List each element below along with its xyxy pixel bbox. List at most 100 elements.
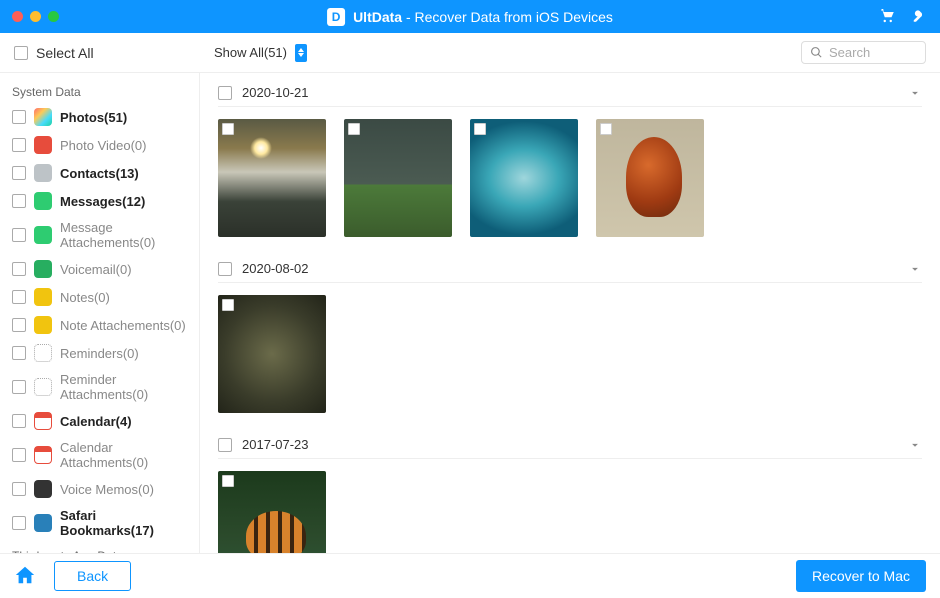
home-icon[interactable] [14, 564, 36, 589]
checkbox-icon[interactable] [12, 110, 26, 124]
app-brand: UltData [353, 9, 402, 25]
checkbox-icon[interactable] [218, 438, 232, 452]
checkbox-icon[interactable] [12, 262, 26, 276]
voicemail-icon [34, 260, 52, 278]
sidebar-item[interactable]: Contacts(13) [10, 159, 189, 187]
sidebar[interactable]: System Data Photos(51) Photo Video(0) Conta… [0, 73, 200, 553]
toolbar: Select All Show All(51) Search [0, 33, 940, 73]
reminders-icon [34, 344, 52, 362]
checkbox-icon[interactable] [12, 414, 26, 428]
app-subtitle: - Recover Data from iOS Devices [402, 9, 613, 25]
sidebar-item-label: Calendar(4) [60, 414, 132, 429]
calendar-icon [34, 412, 52, 430]
minimize-window-button[interactable] [30, 11, 41, 22]
sidebar-item[interactable]: Note Attachements(0) [10, 311, 189, 339]
filter-label: Show All(51) [214, 45, 287, 60]
checkbox-icon[interactable] [222, 299, 234, 311]
checkbox-icon[interactable] [12, 194, 26, 208]
sidebar-item-label: Photo Video(0) [60, 138, 147, 153]
checkbox-icon[interactable] [12, 346, 26, 360]
sidebar-item[interactable]: Voicemail(0) [10, 255, 189, 283]
checkbox-icon[interactable] [12, 482, 26, 496]
reminders-icon [34, 378, 52, 396]
sidebar-item-label: Reminders(0) [60, 346, 139, 361]
sidebar-item[interactable]: Photos(51) [10, 103, 189, 131]
date-label: 2020-10-21 [242, 85, 309, 100]
date-label: 2020-08-02 [242, 261, 309, 276]
checkbox-icon[interactable] [12, 448, 26, 462]
sidebar-item[interactable]: Voice Memos(0) [10, 475, 189, 503]
voicememos-icon [34, 480, 52, 498]
sidebar-item-label: Reminder Attachments(0) [60, 372, 187, 402]
sidebar-item-label: Calendar Attachments(0) [60, 440, 187, 470]
close-window-button[interactable] [12, 11, 23, 22]
date-group-header[interactable]: 2020-10-21 [218, 79, 922, 107]
sidebar-item[interactable]: Photo Video(0) [10, 131, 189, 159]
checkbox-icon[interactable] [12, 138, 26, 152]
sidebar-item-label: Messages(12) [60, 194, 145, 209]
photovideo-icon [34, 136, 52, 154]
notes-icon [34, 288, 52, 306]
sidebar-item-label: Photos(51) [60, 110, 127, 125]
sidebar-item-label: Notes(0) [60, 290, 110, 305]
search-icon [810, 46, 823, 59]
contacts-icon [34, 164, 52, 182]
messages-icon [34, 192, 52, 210]
filter-dropdown[interactable]: Show All(51) [214, 44, 307, 62]
checkbox-icon[interactable] [12, 228, 26, 242]
recover-button[interactable]: Recover to Mac [796, 560, 926, 592]
sidebar-item[interactable]: Safari Bookmarks(17) [10, 503, 189, 543]
photo-thumbnail[interactable] [218, 119, 326, 237]
photo-thumbnail[interactable] [470, 119, 578, 237]
sidebar-item[interactable]: Reminder Attachments(0) [10, 367, 189, 407]
checkbox-icon[interactable] [218, 86, 232, 100]
photo-thumbnail[interactable] [344, 119, 452, 237]
app-title: D UltData - Recover Data from iOS Device… [327, 8, 613, 26]
checkbox-icon[interactable] [222, 475, 234, 487]
checkbox-icon[interactable] [12, 380, 26, 394]
checkbox-icon[interactable] [12, 516, 26, 530]
checkbox-icon[interactable] [12, 166, 26, 180]
notes-icon [34, 316, 52, 334]
photos-icon [34, 108, 52, 126]
app-logo-icon: D [327, 8, 345, 26]
cart-icon[interactable] [878, 6, 896, 27]
safari-icon [34, 514, 52, 532]
sidebar-item[interactable]: Message Attachements(0) [10, 215, 189, 255]
messages-icon [34, 226, 52, 244]
sidebar-section-label: System Data [10, 79, 189, 103]
checkbox-icon[interactable] [12, 318, 26, 332]
window-controls [12, 11, 59, 22]
photo-thumbnail[interactable] [218, 295, 326, 413]
updown-icon [295, 44, 307, 62]
sidebar-item-label: Voicemail(0) [60, 262, 132, 277]
sidebar-item[interactable]: Messages(12) [10, 187, 189, 215]
checkbox-icon[interactable] [600, 123, 612, 135]
search-input[interactable]: Search [801, 41, 926, 64]
checkbox-icon[interactable] [222, 123, 234, 135]
back-button[interactable]: Back [54, 561, 131, 591]
checkbox-icon[interactable] [218, 262, 232, 276]
checkbox-icon[interactable] [12, 290, 26, 304]
sidebar-item-label: Message Attachements(0) [60, 220, 187, 250]
date-label: 2017-07-23 [242, 437, 309, 452]
sidebar-item[interactable]: Notes(0) [10, 283, 189, 311]
sidebar-section-label: Third-party App Data [10, 543, 189, 553]
photo-thumbnail[interactable] [596, 119, 704, 237]
footer: Back Recover to Mac [0, 553, 940, 598]
key-icon[interactable] [910, 6, 928, 27]
select-all-checkbox[interactable]: Select All [14, 45, 194, 61]
photo-thumbnail[interactable] [218, 471, 326, 553]
checkbox-icon[interactable] [474, 123, 486, 135]
date-group-header[interactable]: 2020-08-02 [218, 255, 922, 283]
checkbox-icon [14, 46, 28, 60]
date-group-header[interactable]: 2017-07-23 [218, 431, 922, 459]
sidebar-item[interactable]: Calendar Attachments(0) [10, 435, 189, 475]
sidebar-item[interactable]: Calendar(4) [10, 407, 189, 435]
chevron-down-icon [908, 438, 922, 452]
checkbox-icon[interactable] [348, 123, 360, 135]
sidebar-item-label: Contacts(13) [60, 166, 139, 181]
sidebar-item[interactable]: Reminders(0) [10, 339, 189, 367]
maximize-window-button[interactable] [48, 11, 59, 22]
content-area[interactable]: 2020-10-21 2020-08-02 2017-07-23 [200, 73, 940, 553]
